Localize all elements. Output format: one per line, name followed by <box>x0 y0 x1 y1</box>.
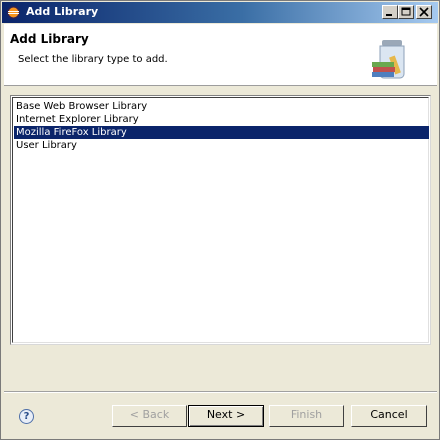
list-item-selected[interactable]: Mozilla FireFox Library <box>14 126 429 139</box>
library-jar-icon <box>372 40 405 79</box>
help-button[interactable]: ? <box>19 409 34 424</box>
list-item[interactable]: Base Web Browser Library <box>14 100 429 113</box>
next-button[interactable]: Next > <box>188 405 264 427</box>
eclipse-icon <box>7 6 20 19</box>
maximize-icon <box>401 7 411 16</box>
page-description: Select the library type to add. <box>18 54 168 65</box>
window-title: Add Library <box>26 5 99 18</box>
list-item[interactable]: Internet Explorer Library <box>14 113 429 126</box>
cancel-button[interactable]: Cancel <box>351 405 427 427</box>
close-icon <box>419 7 429 17</box>
title-bar[interactable]: Add Library <box>2 2 438 23</box>
divider <box>4 391 437 393</box>
page-title: Add Library <box>10 32 89 46</box>
minimize-icon <box>386 14 392 16</box>
maximize-button[interactable] <box>398 5 414 19</box>
back-button[interactable]: < Back <box>112 405 187 427</box>
minimize-button[interactable] <box>382 5 398 19</box>
finish-button[interactable]: Finish <box>269 405 344 427</box>
header-banner: Add Library Select the library type to a… <box>4 24 437 86</box>
add-library-dialog: Add Library Add Library Select the libra… <box>0 0 440 440</box>
library-type-list[interactable]: Base Web Browser Library Internet Explor… <box>10 95 431 345</box>
close-button[interactable] <box>416 5 432 19</box>
list-item[interactable]: User Library <box>14 139 429 152</box>
